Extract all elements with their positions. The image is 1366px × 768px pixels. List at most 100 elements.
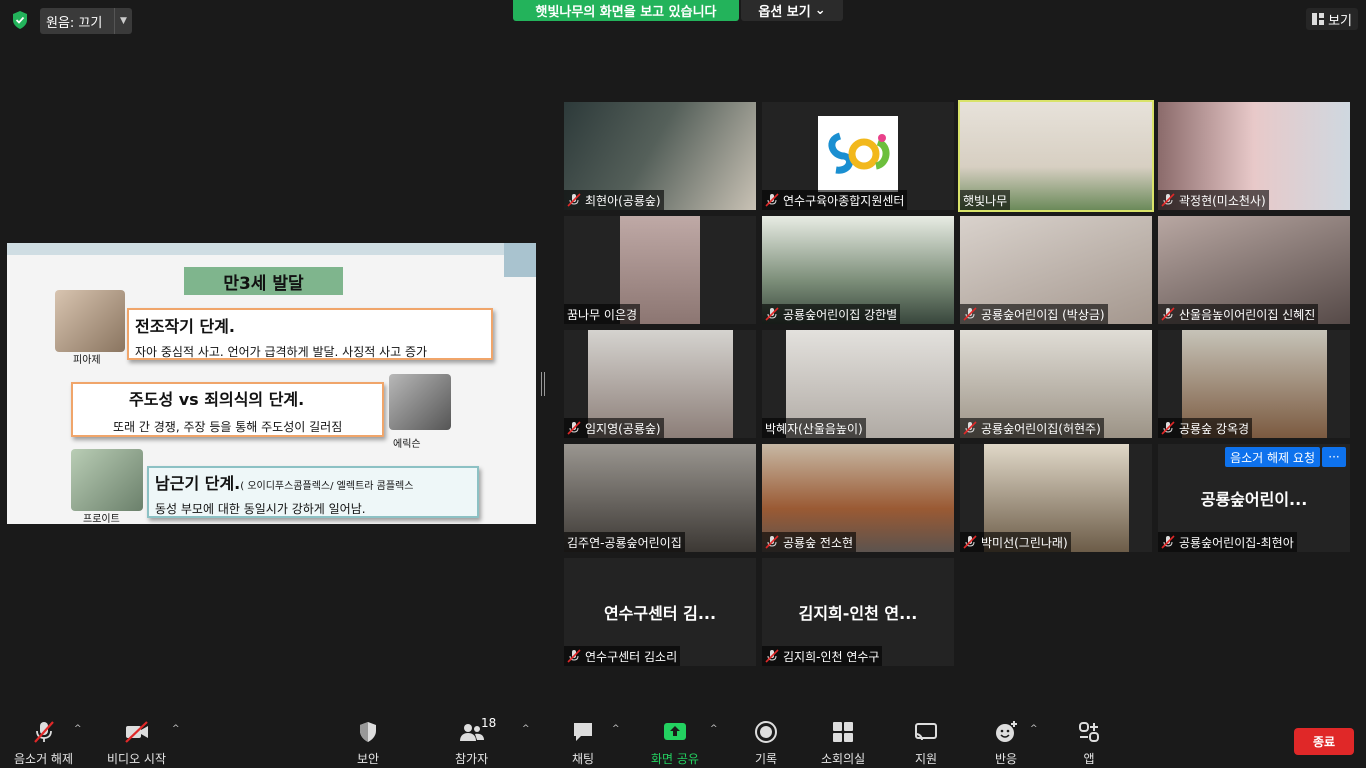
start-video-button[interactable]: 비디오 시작 [107, 720, 166, 767]
view-layout-label: 보기 [1328, 13, 1352, 29]
participant-tile[interactable]: 공룡숲어린이집(허현주) [960, 330, 1152, 438]
participants-label: 참가자 [455, 752, 489, 766]
slide-decoration [7, 243, 504, 255]
mic-muted-icon [963, 421, 977, 435]
participant-name: 공룡숲어린이집-최현아 [1179, 535, 1294, 550]
mic-muted-icon [765, 193, 779, 207]
video-options-chevron-icon[interactable]: ^ [172, 724, 180, 734]
participant-tile[interactable]: 공룡숲 전소현 [762, 444, 954, 552]
stage-heading: 주도성 vs 죄의식의 단계. [129, 390, 305, 409]
stage-box-preoperational: 전조작기 단계. 자아 중심적 사고. 언어가 급격하게 발달. 사징적 사고 … [127, 308, 493, 360]
participant-tile[interactable]: 김주연-공룡숲어린이집 [564, 444, 756, 552]
participant-tile[interactable]: 최현아(공룡숲) [564, 102, 756, 210]
request-unmute-button[interactable]: 음소거 해제 요청 [1225, 447, 1320, 467]
mic-off-icon [33, 721, 54, 743]
participant-namebar: 햇빛나무 [960, 190, 1011, 210]
participant-namebar: 곽정현(미소천사) [1158, 190, 1269, 210]
mic-muted-icon [765, 307, 779, 321]
grid-layout-icon [1312, 13, 1325, 25]
participant-tile[interactable]: 임지영(공룡숲) [564, 330, 756, 438]
participant-tile[interactable]: 김지희-인천 연... 김지희-인천 연수구 [762, 558, 954, 666]
unmute-label: 음소거 해제 [14, 752, 74, 766]
apps-button[interactable]: 앱 [1077, 720, 1101, 767]
mic-muted-icon [765, 535, 779, 549]
participant-tile[interactable]: 연수구센터 김... 연수구센터 김소리 [564, 558, 756, 666]
record-button[interactable]: 기록 [754, 720, 778, 767]
participant-tile[interactable]: 공룡숲어린이집 강한별 [762, 216, 954, 324]
participant-namebar: 산울음높이어린이집 신혜진 [1158, 304, 1319, 324]
participant-name: 김주연-공룡숲어린이집 [567, 535, 682, 550]
split-resize-handle[interactable] [541, 372, 545, 396]
participant-namebar: 임지영(공룡숲) [564, 418, 664, 438]
mic-muted-icon [567, 649, 581, 663]
share-chevron-icon[interactable]: ^ [710, 724, 718, 734]
participant-tile[interactable]: 햇빛나무 [958, 100, 1154, 212]
participant-name: 연수구센터 김소리 [585, 649, 678, 664]
stage-heading: 전조작기 단계. [135, 317, 235, 336]
share-screen-label: 화면 공유 [651, 752, 699, 766]
participant-namebar: 공룡숲어린이집 (박상금) [960, 304, 1108, 324]
stage-body: 자아 중심적 사고. 언어가 급격하게 발달. 사징적 사고 증가 [135, 345, 428, 359]
chat-button[interactable]: 채팅 [571, 720, 595, 767]
audio-options-chevron-icon[interactable]: ^ [74, 724, 82, 734]
apps-label: 앱 [1083, 752, 1095, 766]
support-button[interactable]: 지원 [914, 720, 938, 767]
people-icon [459, 724, 484, 741]
participant-namebar: 공룡숲어린이집 강한별 [762, 304, 901, 324]
participant-name: 연수구육아종합지원센터 [783, 193, 905, 208]
end-meeting-button[interactable]: 종료 [1294, 728, 1354, 755]
breakout-rooms-button[interactable]: 소회의실 [821, 720, 865, 767]
participant-tile[interactable]: 박미선(그린나래) [960, 444, 1152, 552]
reactions-button[interactable]: 반응 [994, 720, 1018, 767]
breakout-rooms-label: 소회의실 [821, 752, 866, 766]
participant-tile[interactable]: 공룡숲 강옥경 [1158, 330, 1350, 438]
stage-note: ( 오이디푸스콤플렉스/ 엘렉트라 콤플렉스 [240, 481, 414, 492]
piaget-caption: 피아제 [73, 355, 101, 366]
stage-body: 또래 간 경쟁, 주장 등을 통해 주도성이 길러짐 [113, 420, 343, 434]
chevron-down-icon: ⌄ [814, 3, 826, 18]
participant-display-name: 공룡숲어린이... [1200, 490, 1308, 509]
more-options-icon[interactable]: ··· [1322, 447, 1346, 467]
mic-muted-icon [1161, 193, 1175, 207]
view-layout-button[interactable]: 보기 [1306, 8, 1358, 30]
participant-tile[interactable]: 곽정현(미소천사) [1158, 102, 1350, 210]
mic-muted-icon [1161, 535, 1175, 549]
security-button[interactable]: 보안 [356, 720, 380, 767]
view-options-label: 옵션 보기 [758, 5, 811, 20]
participant-name: 김지희-인천 연수구 [783, 649, 880, 664]
apps-icon [1079, 722, 1099, 742]
participant-tile[interactable]: 박혜자(산울음높이) [762, 330, 954, 438]
participant-tile[interactable]: 꿈나무 이은경 [564, 216, 756, 324]
participant-namebar: 연수구센터 김소리 [564, 646, 681, 666]
original-audio-toggle[interactable]: 원음: 끄기 ▼ [40, 8, 132, 34]
chat-chevron-icon[interactable]: ^ [612, 724, 620, 734]
participant-name: 박혜자(산울음높이) [765, 421, 863, 436]
participant-name: 공룡숲 전소현 [783, 535, 854, 550]
slide-decoration [504, 243, 536, 277]
share-screen-button[interactable]: 화면 공유 [651, 720, 699, 767]
participant-namebar: 공룡숲어린이집(허현주) [960, 418, 1104, 438]
center-logo [818, 116, 898, 192]
stage-heading: 남근기 단계. [155, 474, 241, 493]
unmute-button[interactable]: 음소거 해제 [14, 720, 73, 767]
participants-button[interactable]: 18 참가자 [455, 716, 496, 767]
shared-screen: 만3세 발달 피아제 전조작기 단계. 자아 중심적 사고. 언어가 급격하게 … [7, 243, 536, 524]
participant-tile[interactable]: 공룡숲어린이집 (박상금) [960, 216, 1152, 324]
mic-muted-icon [963, 535, 977, 549]
participant-name: 박미선(그린나래) [981, 535, 1068, 550]
participants-chevron-icon[interactable]: ^ [522, 724, 530, 734]
participant-tile[interactable]: 공룡숲어린이... 음소거 해제 요청 ··· 공룡숲어린이집-최현아 [1158, 444, 1350, 552]
participant-name: 최현아(공룡숲) [585, 193, 661, 208]
support-label: 지원 [914, 752, 938, 766]
participant-namebar: 연수구육아종합지원센터 [762, 190, 908, 210]
chevron-down-icon[interactable]: ▼ [114, 8, 132, 34]
view-options-button[interactable]: 옵션 보기 ⌄ [741, 0, 843, 21]
participant-name: 햇빛나무 [963, 193, 1008, 208]
participant-tile[interactable]: 연수구육아종합지원센터 [762, 102, 954, 210]
original-audio-label: 원음: 끄기 [46, 15, 103, 31]
participant-namebar: 공룡숲어린이집-최현아 [1158, 532, 1297, 552]
reactions-chevron-icon[interactable]: ^ [1030, 724, 1038, 734]
erikson-caption: 에릭슨 [393, 439, 421, 450]
participant-tile[interactable]: 산울음높이어린이집 신혜진 [1158, 216, 1350, 324]
start-video-label: 비디오 시작 [107, 752, 167, 766]
